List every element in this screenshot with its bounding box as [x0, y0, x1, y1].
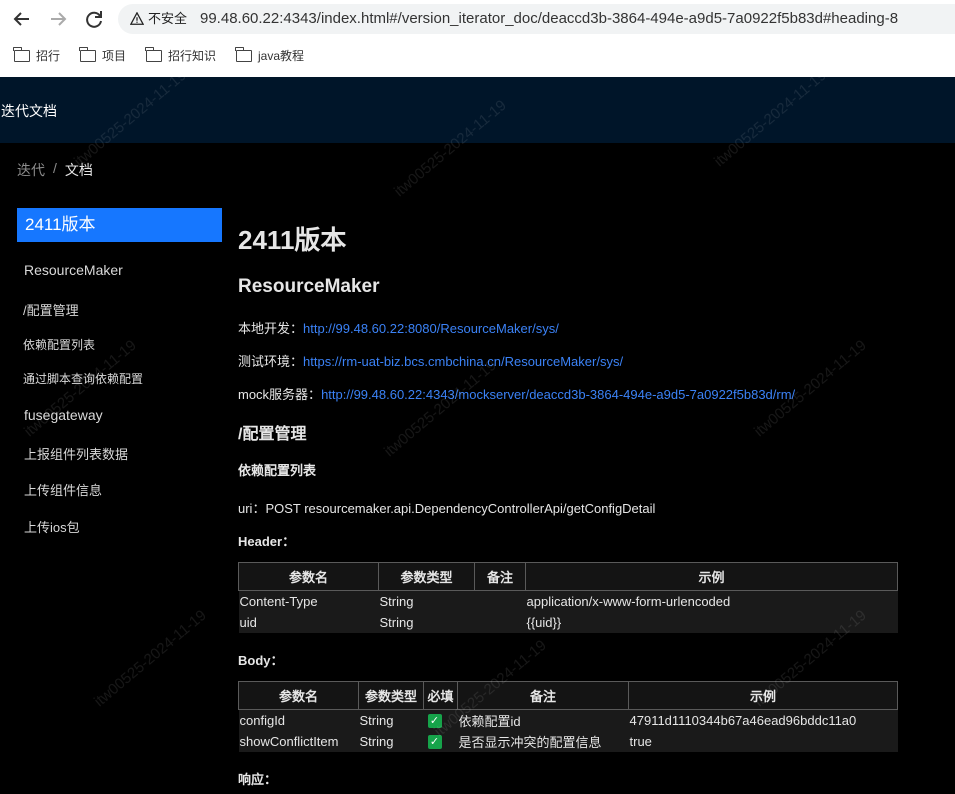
- body-label: Body：: [238, 653, 284, 668]
- body-params-table: 参数名 参数类型 必填 备注 示例 configId String ✓ 依赖配置…: [238, 681, 898, 752]
- app-header: 迭代文档: [0, 77, 955, 143]
- column-header: 参数名: [238, 681, 359, 710]
- bookmark-folder[interactable]: 招行知识: [145, 46, 217, 66]
- column-header: 参数类型: [358, 681, 424, 710]
- sidebar-item-dep-list[interactable]: 依赖配置列表: [23, 336, 95, 353]
- env-label: 测试环境：: [238, 354, 304, 369]
- table-cell: [474, 611, 526, 633]
- response-label: 响应：: [238, 772, 278, 787]
- table-cell: String: [378, 590, 475, 612]
- sidebar-item-resourcemaker[interactable]: ResourceMaker: [24, 262, 123, 278]
- table-cell: uid: [238, 611, 379, 633]
- bookmark-folder[interactable]: java教程: [235, 46, 305, 66]
- sidebar-item-fusegateway[interactable]: fusegateway: [24, 407, 103, 423]
- table-cell: String: [378, 611, 475, 633]
- breadcrumb-item[interactable]: 迭代: [17, 160, 45, 180]
- env-link[interactable]: https://rm-uat-biz.bcs.cmbchina.cn/Resou…: [303, 354, 623, 369]
- folder-icon: [13, 47, 30, 62]
- security-label: 不安全: [148, 11, 188, 26]
- bookmark-label: 招行知识: [168, 49, 217, 63]
- table-cell: 是否显示冲突的配置信息: [457, 730, 629, 752]
- env-link[interactable]: http://99.48.60.22:4343/mockserver/deacc…: [321, 387, 795, 402]
- bookmark-label: 招行: [36, 49, 61, 63]
- app-title: 迭代文档: [1, 103, 57, 119]
- bookmark-label: 项目: [102, 49, 127, 63]
- breadcrumb-separator: /: [53, 160, 57, 176]
- checkmark-icon: ✓: [427, 734, 442, 749]
- api-heading: 依赖配置列表: [238, 463, 317, 478]
- address-bar[interactable]: 不安全 99.48.60.22:4343/index.html#/version…: [118, 4, 955, 34]
- env-test: 测试环境：https://rm-uat-biz.bcs.cmbchina.cn/…: [238, 351, 623, 370]
- column-header: 必填: [423, 681, 458, 710]
- column-header: 示例: [525, 562, 898, 591]
- checkmark-icon: ✓: [427, 714, 442, 729]
- folder-icon: [79, 47, 96, 62]
- browser-nav-row: 不安全 99.48.60.22:4343/index.html#/version…: [0, 0, 955, 38]
- column-header: 备注: [457, 681, 629, 710]
- folder-icon: [235, 47, 252, 62]
- subsection-heading: /配置管理: [238, 426, 307, 443]
- env-link[interactable]: http://99.48.60.22:8080/ResourceMaker/sy…: [303, 321, 559, 336]
- column-header: 参数名: [238, 562, 379, 591]
- bookmark-folder[interactable]: 项目: [79, 46, 127, 66]
- security-chip[interactable]: 不安全: [126, 9, 191, 29]
- sidebar-item-report-list[interactable]: 上报组件列表数据: [24, 444, 128, 463]
- folder-icon: [145, 47, 162, 62]
- sidebar-item-script-query[interactable]: 通过脚本查询依赖配置: [23, 370, 143, 387]
- column-header: 备注: [474, 562, 526, 591]
- sidebar-item-upload-ios[interactable]: 上传ios包: [24, 517, 80, 536]
- table-header-row: 参数名 参数类型 备注 示例: [238, 562, 898, 591]
- watermark: itw00525-2024-11-19: [380, 356, 500, 461]
- env-label: mock服务器：: [238, 387, 322, 402]
- bookmark-label: java教程: [258, 49, 305, 63]
- table-row: configId String ✓ 依赖配置id 47911d1110344b6…: [238, 709, 898, 731]
- warning-icon: [130, 12, 144, 25]
- column-header: 参数类型: [378, 562, 475, 591]
- required-cell: ✓: [423, 730, 458, 752]
- api-uri: uri：POST resourcemaker.api.DependencyCon…: [238, 501, 656, 516]
- table-cell: 47911d1110344b67a46ead96bddc11a0: [628, 709, 898, 731]
- browser-chrome: 不安全 99.48.60.22:4343/index.html#/version…: [0, 0, 955, 77]
- bookmarks-bar: 招行 项目 招行知识 java教程: [0, 42, 955, 70]
- back-icon[interactable]: [10, 7, 34, 31]
- table-cell: configId: [238, 709, 359, 731]
- forward-icon[interactable]: [46, 7, 70, 31]
- reload-icon[interactable]: [82, 7, 106, 31]
- table-cell: String: [358, 730, 424, 752]
- table-header-row: 参数名 参数类型 必填 备注 示例: [238, 681, 898, 710]
- sidebar-item-config-mgmt[interactable]: /配置管理: [23, 300, 79, 319]
- sidebar-item-2411[interactable]: 2411版本: [17, 208, 222, 242]
- env-local: 本地开发：http://99.48.60.22:8080/ResourceMak…: [238, 318, 559, 337]
- table-cell: [474, 590, 526, 612]
- section-heading: ResourceMaker: [238, 276, 380, 297]
- table-cell: true: [628, 730, 898, 752]
- table-cell: application/x-www-form-urlencoded: [525, 590, 898, 612]
- required-cell: ✓: [423, 709, 458, 731]
- header-params-table: 参数名 参数类型 备注 示例 Content-Type String appli…: [238, 562, 898, 633]
- column-header: 示例: [628, 681, 898, 710]
- sidebar-item-upload-info[interactable]: 上传组件信息: [24, 480, 102, 499]
- breadcrumb: 迭代 / 文档: [17, 160, 93, 180]
- table-cell: String: [358, 709, 424, 731]
- header-label: Header：: [238, 534, 296, 549]
- watermark: itw00525-2024-11-19: [90, 606, 210, 711]
- table-row: showConflictItem String ✓ 是否显示冲突的配置信息 tr…: [238, 730, 898, 752]
- table-cell: 依赖配置id: [457, 709, 629, 731]
- bookmark-folder[interactable]: 招行: [13, 46, 61, 66]
- table-row: Content-Type String application/x-www-fo…: [238, 590, 898, 612]
- env-mock: mock服务器：http://99.48.60.22:4343/mockserv…: [238, 384, 795, 403]
- table-cell: showConflictItem: [238, 730, 359, 752]
- breadcrumb-current: 文档: [64, 162, 93, 178]
- url-text[interactable]: 99.48.60.22:4343/index.html#/version_ite…: [200, 10, 898, 28]
- table-cell: {{uid}}: [525, 611, 898, 633]
- page-title: 2411版本: [238, 225, 347, 255]
- table-cell: Content-Type: [238, 590, 379, 612]
- table-row: uid String {{uid}}: [238, 611, 898, 633]
- env-label: 本地开发：: [238, 321, 304, 336]
